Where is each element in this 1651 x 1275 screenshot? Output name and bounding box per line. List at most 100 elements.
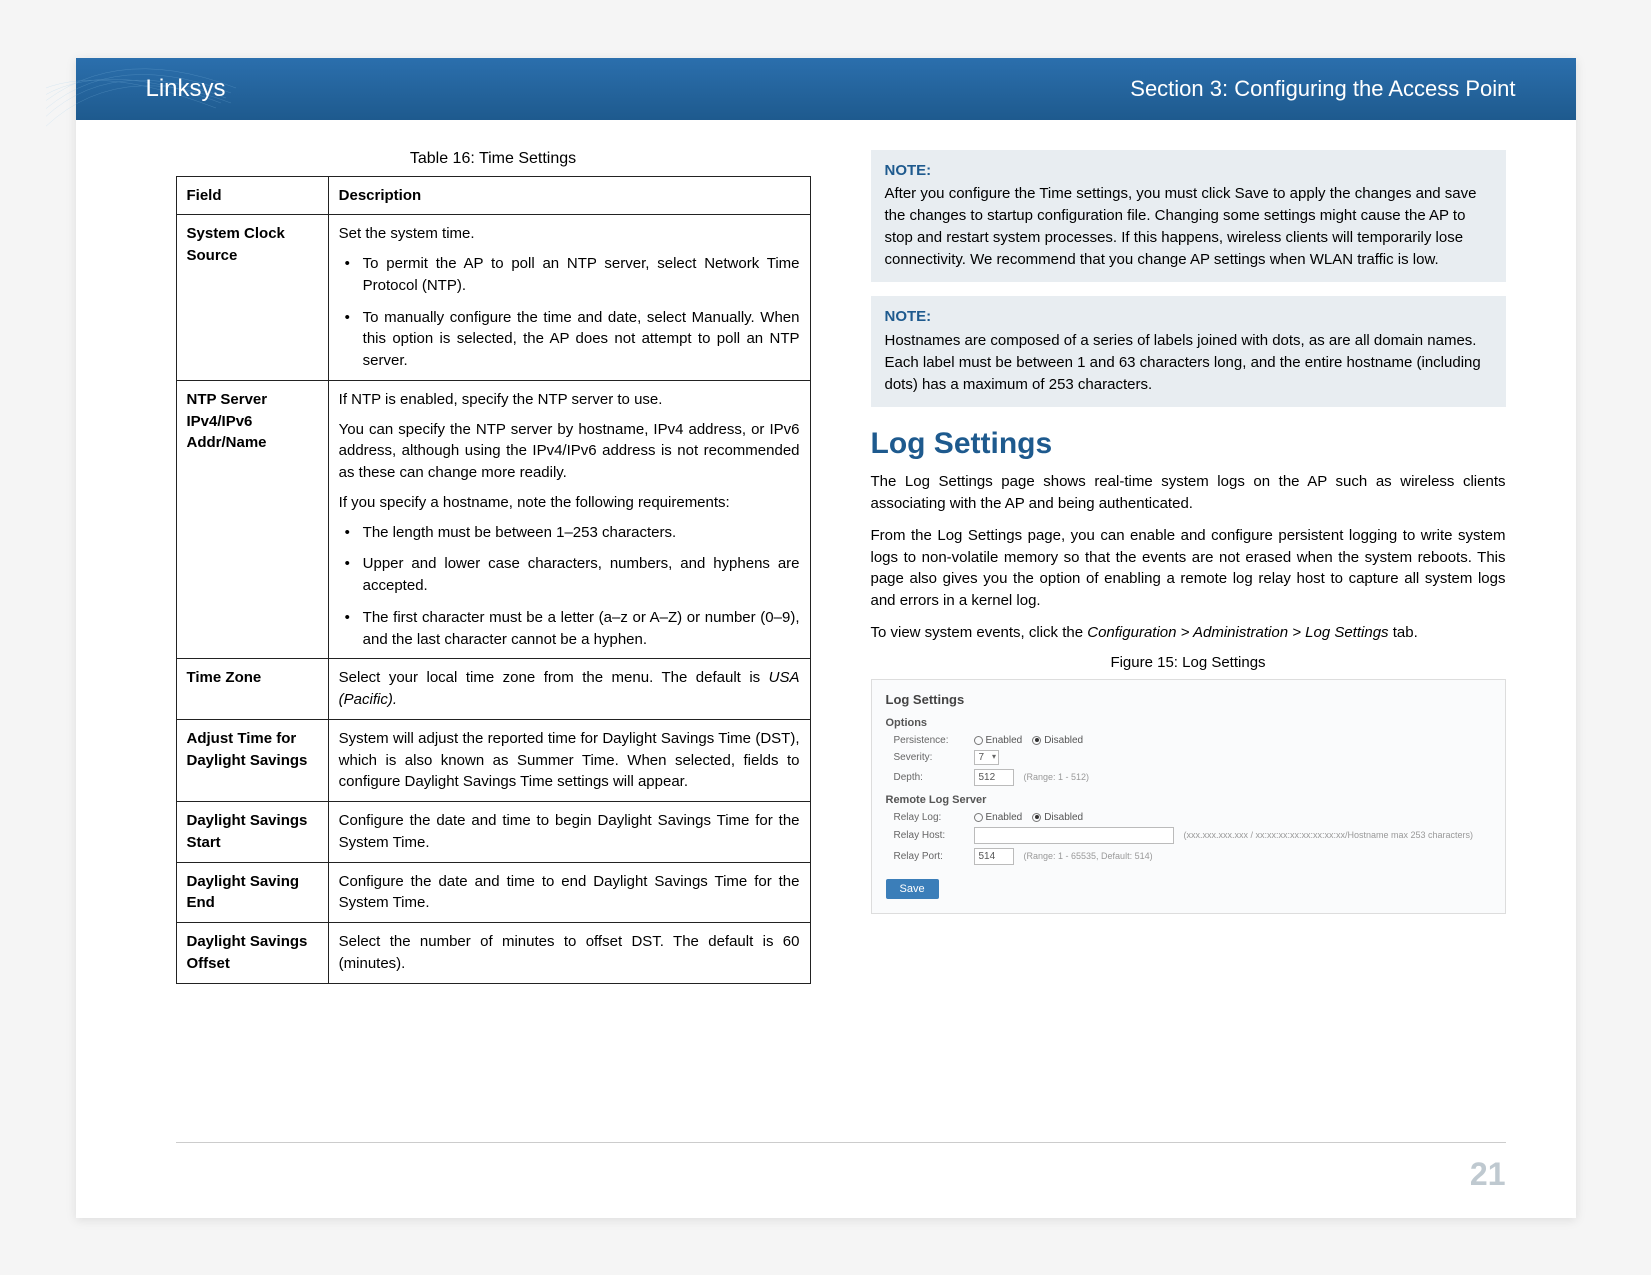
body-paragraph: To view system events, click the Configu… [871, 622, 1506, 644]
radio-label: Disabled [1044, 735, 1083, 746]
desc-cell: If NTP is enabled, specify the NTP serve… [328, 380, 810, 659]
ss-label: Persistence: [894, 735, 964, 746]
field-cell: Adjust Time for Daylight Savings [176, 719, 328, 801]
section-title: Section 3: Configuring the Access Point [1130, 76, 1515, 102]
table-row: Daylight Savings Offset Select the numbe… [176, 923, 810, 984]
radio-icon [1032, 736, 1041, 745]
table-row: Time Zone Select your local time zone fr… [176, 659, 810, 720]
persistence-enabled-radio[interactable]: Enabled [974, 735, 1023, 746]
note-box: NOTE: After you configure the Time setti… [871, 150, 1506, 283]
save-button[interactable]: Save [886, 879, 939, 899]
desc-text: Select your local time zone from the men… [339, 667, 800, 711]
table-header-row: Field Description [176, 176, 810, 215]
relay-disabled-radio[interactable]: Disabled [1032, 812, 1083, 823]
right-column: NOTE: After you configure the Time setti… [871, 150, 1506, 984]
radio-icon [1032, 813, 1041, 822]
ss-row-severity: Severity: 7 [886, 750, 1491, 765]
nav-path: Configuration > Administration > Log Set… [1087, 624, 1388, 641]
relay-host-input[interactable] [974, 827, 1174, 844]
table-row: System Clock Source Set the system time.… [176, 215, 810, 381]
figure-caption: Figure 15: Log Settings [871, 654, 1506, 671]
ss-hint: (Range: 1 - 65535, Default: 514) [1024, 851, 1153, 861]
field-cell: Daylight Saving End [176, 862, 328, 923]
desc-text: Configure the date and time to begin Day… [339, 810, 800, 854]
field-cell: NTP Server IPv4/IPv6 Addr/Name [176, 380, 328, 659]
desc-span: Select your local time zone from the men… [339, 669, 769, 686]
desc-cell: Select your local time zone from the men… [328, 659, 810, 720]
depth-input[interactable]: 512 [974, 769, 1014, 786]
ss-section-remote: Remote Log Server [886, 794, 1491, 806]
note-label: NOTE: [885, 160, 1492, 182]
ss-label: Depth: [894, 772, 964, 783]
note-body: Hostnames are composed of a series of la… [885, 330, 1492, 395]
page-number: 21 [1470, 1156, 1506, 1193]
body-span: tab. [1389, 624, 1418, 641]
radio-label: Enabled [986, 735, 1023, 746]
section-heading: Log Settings [871, 427, 1506, 461]
ss-row-relay-log: Relay Log: Enabled Disabled [886, 812, 1491, 823]
body-paragraph: From the Log Settings page, you can enab… [871, 525, 1506, 612]
desc-text: System will adjust the reported time for… [339, 728, 800, 793]
figure-screenshot: Log Settings Options Persistence: Enable… [871, 679, 1506, 914]
ss-row-depth: Depth: 512 (Range: 1 - 512) [886, 769, 1491, 786]
ss-row-relay-host: Relay Host: (xxx.xxx.xxx.xxx / xx:xx:xx:… [886, 827, 1491, 844]
table-row: NTP Server IPv4/IPv6 Addr/Name If NTP is… [176, 380, 810, 659]
relay-enabled-radio[interactable]: Enabled [974, 812, 1023, 823]
table-caption: Table 16: Time Settings [176, 150, 811, 168]
th-description: Description [328, 176, 810, 215]
desc-cell: System will adjust the reported time for… [328, 719, 810, 801]
desc-bullet: The first character must be a letter (a–… [343, 607, 800, 651]
field-cell: Time Zone [176, 659, 328, 720]
note-box: NOTE: Hostnames are composed of a series… [871, 296, 1506, 407]
ss-section-options: Options [886, 717, 1491, 729]
table-row: Adjust Time for Daylight Savings System … [176, 719, 810, 801]
severity-select[interactable]: 7 [974, 750, 1000, 765]
desc-text: Select the number of minutes to offset D… [339, 931, 800, 975]
relay-port-input[interactable]: 514 [974, 848, 1014, 865]
field-cell: Daylight Savings Start [176, 802, 328, 863]
note-body: After you configure the Time settings, y… [885, 183, 1492, 270]
th-field: Field [176, 176, 328, 215]
desc-bullet: The length must be between 1–253 charact… [343, 522, 800, 544]
left-column: Table 16: Time Settings Field Descriptio… [176, 150, 811, 984]
field-cell: Daylight Savings Offset [176, 923, 328, 984]
desc-text: If you specify a hostname, note the foll… [339, 492, 800, 514]
radio-icon [974, 736, 983, 745]
ss-label: Severity: [894, 752, 964, 763]
ss-hint: (xxx.xxx.xxx.xxx / xx:xx:xx:xx:xx:xx:xx:… [1184, 830, 1474, 840]
ss-label: Relay Log: [894, 812, 964, 823]
table-row: Daylight Savings Start Configure the dat… [176, 802, 810, 863]
desc-cell: Configure the date and time to end Dayli… [328, 862, 810, 923]
ss-label: Relay Host: [894, 830, 964, 841]
radio-label: Enabled [986, 812, 1023, 823]
desc-cell: Select the number of minutes to offset D… [328, 923, 810, 984]
header-bar: Linksys Section 3: Configuring the Acces… [76, 58, 1576, 120]
desc-bullet: To manually configure the time and date,… [343, 307, 800, 372]
desc-text: You can specify the NTP server by hostna… [339, 419, 800, 484]
desc-cell: Set the system time. To permit the AP to… [328, 215, 810, 381]
document-page: Linksys Section 3: Configuring the Acces… [76, 58, 1576, 1218]
table-row: Daylight Saving End Configure the date a… [176, 862, 810, 923]
field-cell: System Clock Source [176, 215, 328, 381]
page-content: Table 16: Time Settings Field Descriptio… [76, 120, 1576, 984]
ss-row-persistence: Persistence: Enabled Disabled [886, 735, 1491, 746]
desc-cell: Configure the date and time to begin Day… [328, 802, 810, 863]
note-label: NOTE: [885, 306, 1492, 328]
radio-icon [974, 813, 983, 822]
desc-text: If NTP is enabled, specify the NTP serve… [339, 389, 800, 411]
desc-bullet: To permit the AP to poll an NTP server, … [343, 253, 800, 297]
desc-text: Configure the date and time to end Dayli… [339, 871, 800, 915]
radio-label: Disabled [1044, 812, 1083, 823]
ss-hint: (Range: 1 - 512) [1024, 772, 1090, 782]
time-settings-table: Field Description System Clock Source Se… [176, 176, 811, 984]
body-paragraph: The Log Settings page shows real-time sy… [871, 471, 1506, 515]
persistence-disabled-radio[interactable]: Disabled [1032, 735, 1083, 746]
footer-rule [176, 1142, 1506, 1143]
brand-label: Linksys [146, 75, 226, 103]
desc-bullet: Upper and lower case characters, numbers… [343, 553, 800, 597]
ss-title: Log Settings [886, 692, 1491, 707]
body-span: To view system events, click the [871, 624, 1088, 641]
desc-text: Set the system time. [339, 223, 800, 245]
ss-label: Relay Port: [894, 851, 964, 862]
ss-row-relay-port: Relay Port: 514 (Range: 1 - 65535, Defau… [886, 848, 1491, 865]
